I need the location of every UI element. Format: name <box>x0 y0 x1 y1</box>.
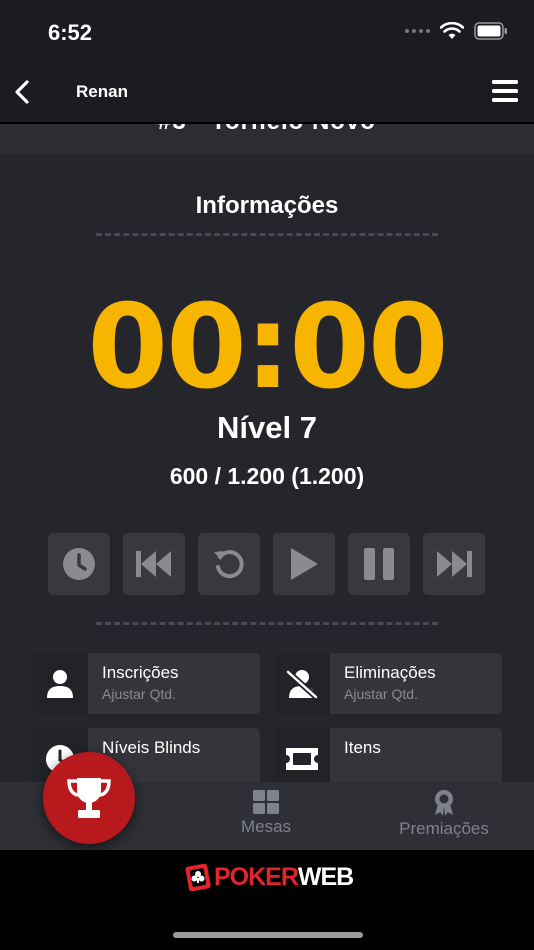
inscricoes-title: Inscrições <box>102 663 179 682</box>
navigation-bar: Renan <box>0 62 534 124</box>
restart-icon <box>214 550 244 579</box>
club-card-icon <box>185 863 211 892</box>
skip-forward-button[interactable] <box>423 533 485 595</box>
status-icons <box>405 22 508 40</box>
back-arrow-icon[interactable] <box>10 76 36 108</box>
tab-premiacoes-label: Premiações <box>399 819 489 838</box>
pause-icon <box>364 548 394 580</box>
footer: POKER WEB <box>0 850 534 950</box>
inscricoes-subtitle: Ajustar Qtd. <box>102 686 176 702</box>
tab-mesas-label: Mesas <box>240 817 292 836</box>
skip-forward-icon <box>437 551 472 577</box>
tab-premiacoes[interactable]: Premiações <box>384 782 504 850</box>
wifi-icon <box>440 22 464 39</box>
battery-icon <box>474 22 507 40</box>
play-icon <box>291 548 318 580</box>
clock-button[interactable] <box>48 533 110 595</box>
tournament-header: #3 - Torneio Novo <box>0 124 534 154</box>
blinds-label: 600 / 1.200 (1.200) <box>169 463 365 489</box>
clock-icon <box>63 548 95 580</box>
itens-card[interactable]: Itens <box>274 728 502 782</box>
eliminacoes-card[interactable]: Eliminações Ajustar Qtd. <box>274 653 502 714</box>
level-label: Nível 7 <box>217 410 317 445</box>
nav-title: Renan <box>76 82 128 101</box>
status-bar: 6:52 <box>0 0 534 62</box>
status-time: 6:52 <box>48 20 93 45</box>
ticket-icon <box>274 728 330 782</box>
pause-button[interactable] <box>348 533 410 595</box>
eliminacoes-title: Eliminações <box>344 663 436 682</box>
hamburger-menu-icon[interactable] <box>492 78 518 104</box>
divider-bottom <box>96 622 438 625</box>
pokerweb-logo: POKER WEB <box>184 862 354 892</box>
timer-controls <box>48 533 485 595</box>
info-panel: Informações 00:00 Nível 7 600 / 1.200 (1… <box>0 154 534 782</box>
grid-icon <box>253 790 279 814</box>
tab-mesas[interactable]: Mesas <box>206 782 326 850</box>
skip-back-button[interactable] <box>123 533 185 595</box>
trophy-icon <box>67 778 111 818</box>
timer-display: 00:00 <box>87 280 448 415</box>
niveis-title: Níveis Blinds <box>102 738 201 757</box>
inscricoes-card[interactable]: Inscrições Ajustar Qtd. <box>32 653 260 714</box>
home-indicator[interactable] <box>173 932 363 938</box>
play-button[interactable] <box>273 533 335 595</box>
tournament-name: #3 - Torneio Novo <box>0 124 534 136</box>
cellular-signal-icon <box>405 29 430 33</box>
logo-text-web: WEB <box>297 862 354 891</box>
trophy-button[interactable] <box>43 752 135 844</box>
section-title: Informações <box>195 192 339 219</box>
award-ribbon-icon <box>435 790 453 816</box>
person-icon <box>32 653 88 714</box>
skip-back-icon <box>136 551 171 577</box>
logo-text-poker: POKER <box>214 862 299 891</box>
person-eliminated-icon <box>274 653 330 714</box>
eliminacoes-subtitle: Ajustar Qtd. <box>344 686 418 702</box>
divider-top <box>96 233 438 236</box>
itens-title: Itens <box>344 738 381 757</box>
restart-button[interactable] <box>198 533 260 595</box>
